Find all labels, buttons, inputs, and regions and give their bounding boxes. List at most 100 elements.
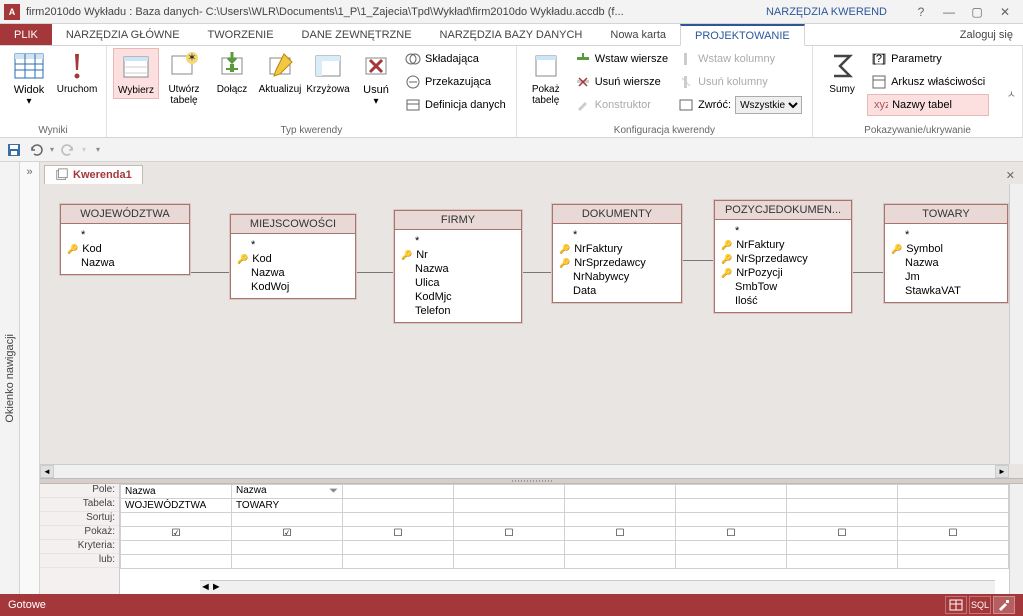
append-button[interactable]: Dołącz — [209, 48, 255, 97]
tab-home[interactable]: NARZĘDZIA GŁÓWNE — [52, 24, 194, 45]
relation-line — [520, 272, 552, 273]
propsheet-icon — [871, 74, 887, 90]
app-icon: A — [4, 4, 20, 20]
redo-icon[interactable] — [60, 142, 76, 158]
title-bar: A firm2010do Wykładu : Baza danych- C:\U… — [0, 0, 1023, 24]
ribbon: Widok▾ Uruchom Wyniki Wybierz ✶ Utwórz t… — [0, 46, 1023, 138]
design-canvas[interactable]: WOJEWÓDZTWA*🔑KodNazwa MIEJSCOWOŚCI*🔑KodN… — [40, 184, 1023, 478]
passthrough-button[interactable]: Przekazująca — [401, 71, 510, 93]
exclamation-icon — [61, 50, 93, 82]
update-button[interactable]: Aktualizuj — [257, 48, 303, 97]
select-query-button[interactable]: Wybierz — [113, 48, 159, 99]
showtable-button[interactable]: Pokaż tabelę — [523, 48, 569, 108]
help-button[interactable]: ? — [907, 2, 935, 22]
svg-text:xyz: xyz — [874, 99, 888, 111]
group-querytype: Wybierz ✶ Utwórz tabelę Dołącz Aktualizu… — [107, 46, 517, 137]
group-querysetup: Pokaż tabelę Wstaw wiersze Usuń wiersze … — [517, 46, 813, 137]
nav-toggle[interactable]: » — [20, 162, 40, 594]
table-dokumenty[interactable]: DOKUMENTY*🔑NrFaktury🔑NrSprzedawcyNrNabyw… — [552, 204, 682, 303]
group-querysetup-label: Konfiguracja kwerendy — [517, 125, 812, 136]
deletecols-button: Usuń kolumny — [674, 71, 806, 93]
showtable-label: Pokaż tabelę — [527, 84, 565, 106]
builder-icon — [575, 97, 591, 113]
group-showhide-label: Pokazywanie/ukrywanie — [813, 125, 1022, 136]
tab-external[interactable]: DANE ZEWNĘTRZNE — [288, 24, 426, 45]
propsheet-button[interactable]: Arkusz właściwości — [867, 71, 989, 93]
tab-file[interactable]: PLIK — [0, 24, 52, 45]
table-miejscowosci[interactable]: MIEJSCOWOŚCI*🔑KodNazwaKodWoj — [230, 214, 356, 299]
datadef-button[interactable]: Definicja danych — [401, 94, 510, 116]
return-select[interactable]: Wszystkie — [735, 96, 802, 114]
union-icon — [405, 51, 421, 67]
save-icon[interactable] — [6, 142, 22, 158]
return-button[interactable]: Zwróć: Wszystkie — [674, 94, 806, 116]
append-icon — [216, 50, 248, 82]
update-icon — [264, 50, 296, 82]
grid-vscroll[interactable] — [1009, 484, 1023, 594]
maketable-label: Utwórz tabelę — [165, 84, 203, 106]
navigation-pane[interactable]: Okienko nawigacji — [0, 162, 20, 594]
query-icon — [55, 168, 69, 182]
grid-table[interactable]: NazwaNazwa ⏷WOJEWÓDZTWATOWARY☑☑☐☐☐☐☐☐ — [120, 484, 1009, 569]
tablenames-button[interactable]: xyzNazwy tabel — [867, 94, 989, 116]
table-towary[interactable]: TOWARY*🔑SymbolNazwaJmStawkaVAT — [884, 204, 1008, 303]
maketable-icon: ✶ — [168, 50, 200, 82]
query-tab[interactable]: Kwerenda1 — [44, 165, 143, 184]
builder-button: Konstruktor — [571, 94, 672, 116]
delete-button[interactable]: Usuń▾ — [353, 48, 399, 109]
insertcols-icon — [678, 51, 694, 67]
work-area: Okienko nawigacji » Kwerenda1 ✕ WOJEWÓDZ… — [0, 162, 1023, 594]
doc-close-button[interactable]: ✕ — [998, 167, 1023, 184]
status-bar: Gotowe SQL — [0, 594, 1023, 616]
params-icon: [?] — [871, 51, 887, 67]
collapse-ribbon[interactable]: ㅅ — [1007, 86, 1016, 101]
relation-line — [354, 272, 394, 273]
maketable-button[interactable]: ✶ Utwórz tabelę — [161, 48, 207, 108]
view-button[interactable]: Widok▾ — [6, 48, 52, 109]
return-icon — [678, 97, 694, 113]
qat-customize[interactable]: ▾ — [96, 145, 100, 154]
table-pozycje[interactable]: POZYCJEDOKUMEN...*🔑NrFaktury🔑NrSprzedawc… — [714, 200, 852, 313]
showtable-icon — [530, 50, 562, 82]
table-wojewodztwa[interactable]: WOJEWÓDZTWA*🔑KodNazwa — [60, 204, 190, 275]
maximize-button[interactable]: ▢ — [963, 2, 991, 22]
group-results: Widok▾ Uruchom Wyniki — [0, 46, 107, 137]
totals-button[interactable]: Sumy — [819, 48, 865, 97]
insertrows-button[interactable]: Wstaw wiersze — [571, 48, 672, 70]
view-label: Widok▾ — [14, 84, 45, 107]
table-firmy[interactable]: FIRMY*🔑NrNazwaUlicaKodMjcTelefon — [394, 210, 522, 323]
relation-line — [680, 260, 714, 261]
totals-label: Sumy — [829, 84, 855, 95]
run-button[interactable]: Uruchom — [54, 48, 100, 97]
view-sql[interactable]: SQL — [969, 596, 991, 614]
canvas-hscroll[interactable]: ◄► — [40, 464, 1009, 478]
design-grid[interactable]: Pole: Tabela: Sortuj: Pokaż: Kryteria: l… — [40, 484, 1023, 594]
svg-text:✶: ✶ — [187, 52, 196, 64]
relation-line — [190, 272, 230, 273]
nav-pane-label: Okienko nawigacji — [4, 334, 16, 423]
crosstab-icon — [312, 50, 344, 82]
view-datasheet[interactable] — [945, 596, 967, 614]
minimize-button[interactable]: — — [935, 2, 963, 22]
status-text: Gotowe — [8, 599, 46, 611]
tab-dbtools[interactable]: NARZĘDZIA BAZY DANYCH — [426, 24, 597, 45]
passthrough-icon — [405, 74, 421, 90]
union-button[interactable]: Składająca — [401, 48, 510, 70]
deleterows-button[interactable]: Usuń wiersze — [571, 71, 672, 93]
close-button[interactable]: ✕ — [991, 2, 1019, 22]
undo-icon[interactable] — [28, 142, 44, 158]
query-tab-label: Kwerenda1 — [73, 169, 132, 181]
canvas-vscroll[interactable] — [1009, 184, 1023, 464]
crosstab-button[interactable]: Krzyżowa — [305, 48, 351, 97]
tab-design[interactable]: PROJEKTOWANIE — [680, 24, 805, 46]
quick-access-toolbar: ▾ ▾ ▾ — [0, 138, 1023, 162]
deleterows-icon — [575, 74, 591, 90]
delete-label: Usuń▾ — [363, 84, 389, 107]
login-link[interactable]: Zaloguj się — [950, 24, 1023, 45]
view-design[interactable] — [993, 596, 1015, 614]
parameters-button[interactable]: [?]Parametry — [867, 48, 989, 70]
grid-hscroll[interactable]: ◄► — [200, 580, 995, 594]
tab-create[interactable]: TWORZENIE — [194, 24, 288, 45]
tab-new[interactable]: Nowa karta — [596, 24, 680, 45]
group-showhide: Sumy [?]Parametry Arkusz właściwości xyz… — [813, 46, 1023, 137]
